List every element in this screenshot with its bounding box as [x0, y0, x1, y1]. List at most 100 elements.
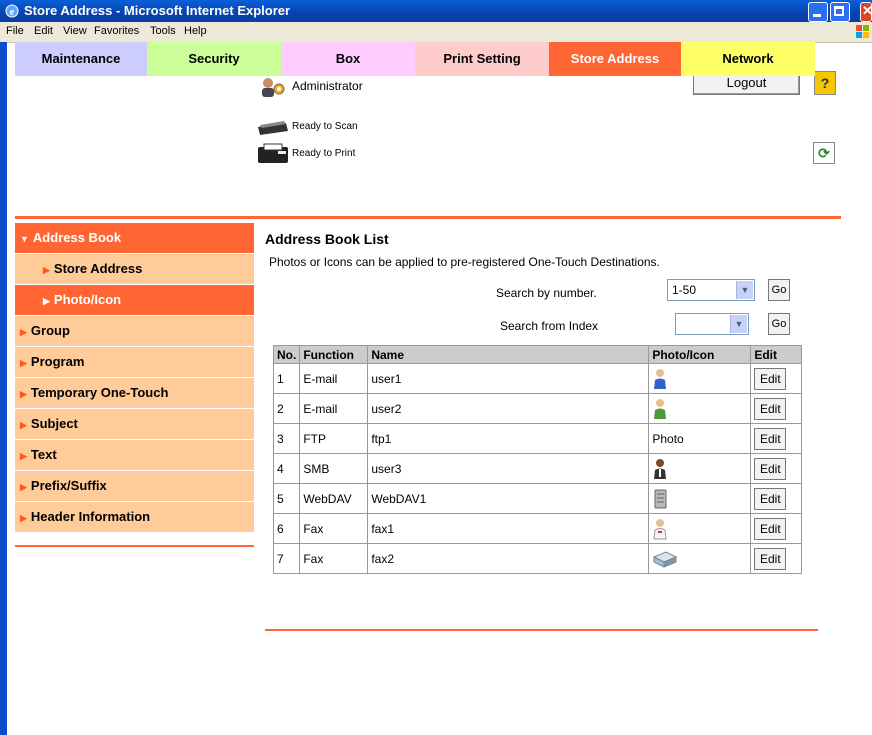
cell-edit: Edit	[750, 543, 803, 574]
sidebar-item-header-information[interactable]: ▶ Header Information	[15, 502, 254, 533]
chevron-down-icon: ▼	[730, 315, 747, 333]
tab-label: Store Address	[570, 51, 660, 66]
cell-photo	[648, 513, 752, 544]
cell-no: 7	[272, 543, 301, 574]
search-number-select[interactable]: 1-50 ▼	[667, 279, 755, 301]
scanner-icon	[258, 121, 288, 135]
cell-name: user3	[367, 453, 650, 484]
tab-print-setting[interactable]: Print Setting	[415, 42, 549, 76]
search-index-label: Search from Index	[500, 319, 599, 333]
scan-status: Ready to Scan	[292, 121, 358, 132]
server-icon	[654, 489, 667, 508]
fax-machine-icon	[653, 550, 678, 568]
table-row: 7 Fax fax2 Edit	[272, 543, 803, 574]
internet-explorer-icon: e	[5, 4, 19, 18]
close-button[interactable]: ✕	[860, 2, 872, 22]
cell-name: WebDAV1	[367, 483, 650, 514]
menu-edit[interactable]: Edit	[34, 25, 53, 37]
cell-no: 6	[272, 513, 301, 544]
tab-box[interactable]: Box	[281, 42, 415, 76]
menu-help[interactable]: Help	[184, 25, 207, 37]
sidebar-item-text[interactable]: ▶ Text	[15, 440, 254, 471]
person-suit-icon	[654, 458, 667, 479]
tab-store-address[interactable]: Store Address	[549, 42, 681, 76]
column-header: Name	[367, 345, 650, 364]
windows-logo-icon	[856, 25, 869, 38]
search-index-select[interactable]: ▼	[675, 313, 749, 335]
cell-edit: Edit	[750, 363, 803, 394]
edit-button[interactable]: Edit	[754, 397, 787, 420]
cell-function: FTP	[299, 423, 369, 454]
menu-bar: File Edit View Favorites Tools Help	[0, 22, 872, 43]
user-name: Administrator	[292, 79, 363, 93]
page-content: Administrator Logout ? Ready to Scan Rea…	[7, 42, 872, 735]
sidebar-item-group[interactable]: ▶ Group	[15, 316, 254, 347]
search-number-go-button[interactable]: Go	[768, 279, 790, 301]
doctor-icon	[653, 518, 667, 539]
print-status: Ready to Print	[292, 148, 356, 159]
minimize-button[interactable]	[808, 2, 828, 22]
arrow-icon: ▶	[20, 389, 27, 399]
close-icon: ✕	[862, 3, 872, 18]
sidebar-item-label: Store Address	[53, 261, 143, 276]
arrow-icon: ▶	[43, 265, 50, 275]
menu-favorites[interactable]: Favorites	[94, 25, 139, 37]
person-green-icon	[654, 398, 667, 419]
sidebar-item-prefix-suffix[interactable]: ▶ Prefix/Suffix	[15, 471, 254, 502]
sidebar-item-program[interactable]: ▶ Program	[15, 347, 254, 378]
maximize-button[interactable]	[830, 2, 850, 22]
page-description: Photos or Icons can be applied to pre-re…	[269, 255, 660, 269]
edit-button[interactable]: Edit	[754, 367, 787, 390]
help-button[interactable]: ?	[814, 71, 836, 95]
tab-network[interactable]: Network	[681, 42, 815, 76]
menu-tools[interactable]: Tools	[150, 25, 176, 37]
edit-button[interactable]: Edit	[754, 427, 787, 450]
table-row: 6 Fax fax1 Edit	[272, 513, 803, 544]
cell-function: E-mail	[299, 393, 369, 424]
menu-file[interactable]: File	[6, 25, 24, 37]
arrow-icon: ▶	[20, 513, 27, 523]
cell-photo: Photo	[648, 423, 752, 454]
administrator-icon	[262, 78, 285, 97]
table-header-row: No. Function Name Photo/Icon Edit	[272, 345, 803, 364]
edit-button[interactable]: Edit	[754, 547, 787, 570]
arrow-icon: ▶	[20, 358, 27, 368]
menu-view[interactable]: View	[63, 25, 87, 37]
sidebar-item-label: Prefix/Suffix	[30, 478, 107, 493]
tab-underline	[15, 216, 841, 219]
cell-no: 5	[272, 483, 301, 514]
edit-button[interactable]: Edit	[754, 487, 787, 510]
cell-function: Fax	[299, 543, 369, 574]
sidebar-item-label: Address Book	[32, 230, 122, 245]
tab-label: Print Setting	[443, 51, 521, 66]
refresh-button[interactable]: ⟳	[813, 142, 835, 164]
refresh-icon: ⟳	[818, 145, 830, 161]
sidebar-item-address-book[interactable]: ▼ Address Book	[15, 223, 254, 254]
cell-function: WebDAV	[299, 483, 369, 514]
sidebar-item-temporary-one-touch[interactable]: ▶ Temporary One-Touch	[15, 378, 254, 409]
search-number-value: 1-50	[672, 283, 697, 297]
table-row: 3 FTP ftp1 Photo Edit	[272, 423, 803, 454]
cell-no: 2	[272, 393, 301, 424]
sidebar-item-photo-icon[interactable]: ▶ Photo/Icon	[15, 285, 254, 316]
cell-function: SMB	[299, 453, 369, 484]
cell-no: 1	[272, 363, 301, 394]
tab-maintenance[interactable]: Maintenance	[15, 42, 147, 76]
column-header: Edit	[750, 345, 803, 364]
cell-name: fax1	[367, 513, 650, 544]
table-row: 5 WebDAV WebDAV1 Edit	[272, 483, 803, 514]
sidebar-item-label: Temporary One-Touch	[30, 385, 169, 400]
cell-photo	[648, 393, 752, 424]
sidebar-item-store-address[interactable]: ▶ Store Address	[15, 254, 254, 285]
search-index-go-button[interactable]: Go	[768, 313, 790, 335]
table-row: 4 SMB user3 Edit	[272, 453, 803, 484]
tab-label: Network	[722, 51, 774, 66]
cell-function: E-mail	[299, 363, 369, 394]
svg-text:e: e	[10, 7, 15, 18]
cell-no: 3	[272, 423, 301, 454]
edit-button[interactable]: Edit	[754, 517, 787, 540]
cell-edit: Edit	[750, 423, 803, 454]
tab-security[interactable]: Security	[147, 42, 281, 76]
edit-button[interactable]: Edit	[754, 457, 787, 480]
sidebar-item-subject[interactable]: ▶ Subject	[15, 409, 254, 440]
